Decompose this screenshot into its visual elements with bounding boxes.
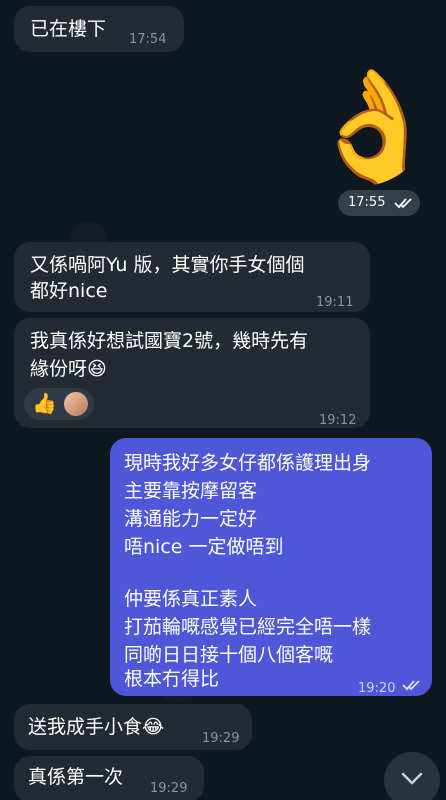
message-text-line: 仲要係真正素人 [124,588,258,610]
double-check-icon [394,198,412,209]
message-text-line: 我真係好想試國寶2號，幾時先有 [30,330,309,352]
sticker-message[interactable]: 👌 [300,62,440,192]
double-check-icon [402,680,420,691]
message-text: 已在樓下 [30,18,107,40]
message-text-line: 打茄輪嘅感覺已經完全唔一樣 [124,616,372,638]
message-time: 17:54 [129,32,167,47]
message-text-line: 唔nice 一定做唔到 [124,536,284,558]
message-bubble-incoming[interactable]: 又係喎阿Yu 版，其實你手女個個 都好nice 19:11 [14,242,370,312]
message-text: 真係第一次 [28,766,124,788]
message-text-line: 同啲日日接十個八個客嘅 [124,644,334,666]
reaction-bar[interactable]: 👍 [24,388,94,420]
message-text-line: 都好nice [30,280,108,302]
chevron-down-icon [401,772,423,785]
message-bubble-incoming[interactable]: 真係第一次 19:29 [14,756,204,800]
message-text-line: 主要靠按摩留客 [124,480,258,502]
scroll-down-button[interactable] [384,752,440,800]
message-bubble-outgoing[interactable]: 現時我好多女仔都係護理出身 主要靠按摩留客 溝通能力一定好 唔nice 一定做唔… [110,438,432,696]
message-time: 17:55 [348,195,386,210]
sticker-timestamp: 17:55 [338,190,420,216]
message-text-line: 現時我好多女仔都係護理出身 [124,452,372,474]
thumbs-up-reaction[interactable]: 👍 [32,391,57,415]
message-text-line: 溝通能力一定好 [124,508,258,530]
message-text-line: 根本冇得比 [124,668,220,690]
message-time: 19:11 [316,295,354,310]
message-bubble-incoming[interactable]: 已在樓下 17:54 [14,6,184,52]
message-time: 19:29 [150,781,188,796]
message-time: 19:29 [202,731,240,746]
ok-hand-sticker: 👌 [306,64,441,189]
message-time: 19:12 [319,413,357,428]
message-time: 19:20 [358,681,396,696]
reactor-avatar [64,392,88,416]
message-text: 送我成手小食😂 [28,716,165,738]
message-bubble-incoming[interactable]: 送我成手小食😂 19:29 [14,704,252,750]
message-text-line: 又係喎阿Yu 版，其實你手女個個 [30,254,305,276]
message-text-line: 緣份呀😆 [30,358,107,380]
